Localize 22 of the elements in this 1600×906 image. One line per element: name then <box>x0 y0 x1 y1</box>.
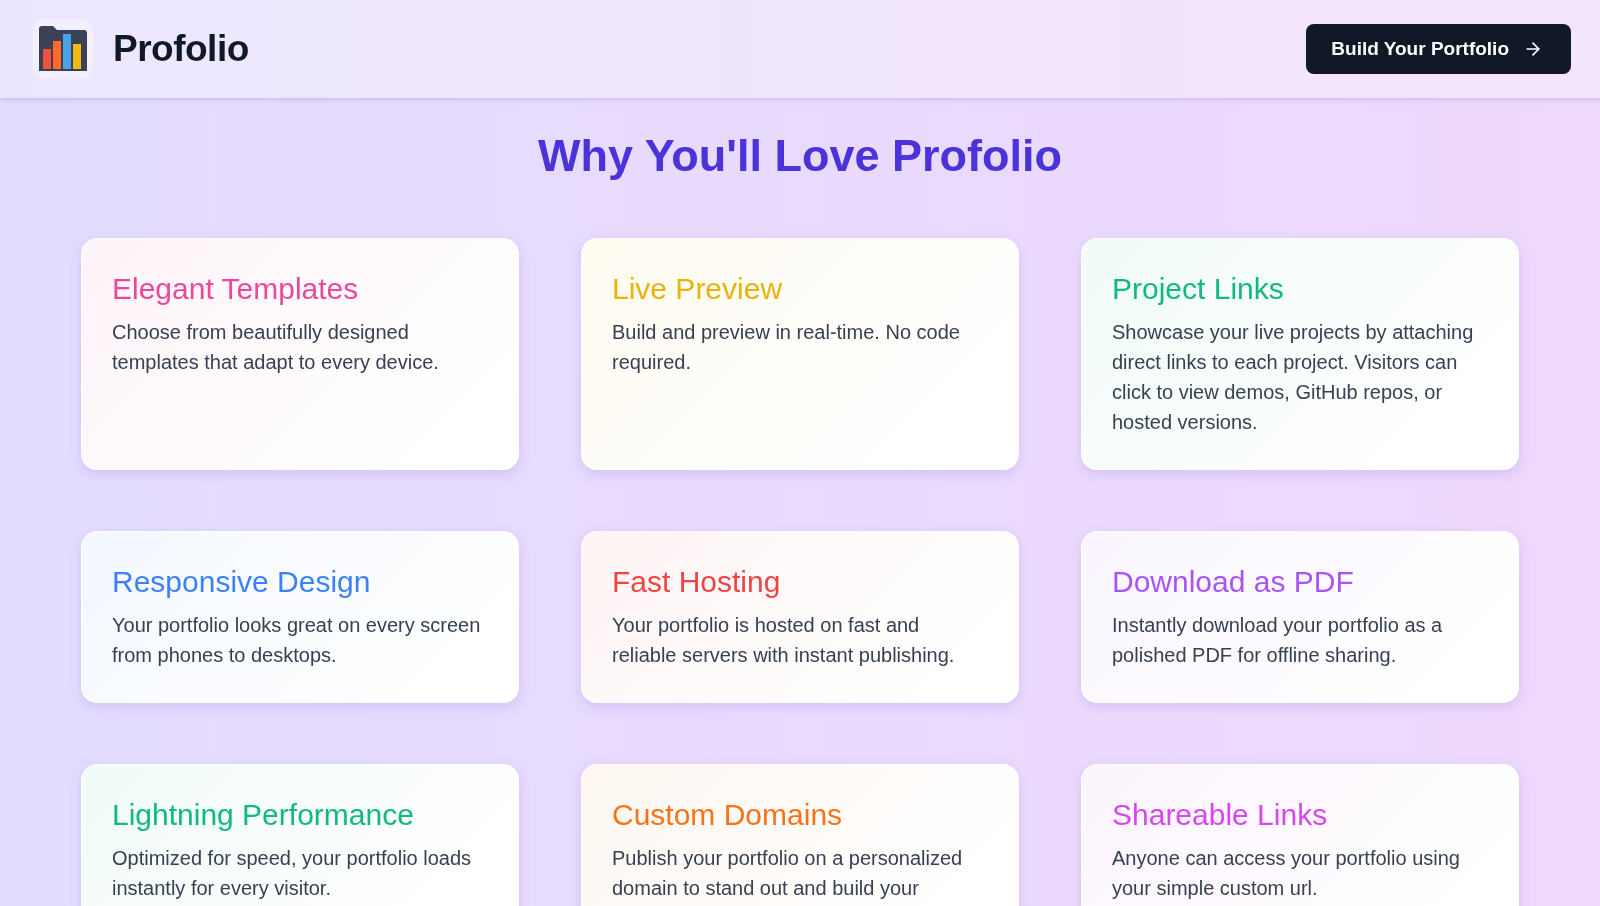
card-description: Instantly download your portfolio as a polished PDF for offline sharing. <box>1112 613 1444 668</box>
card-title: Live Preview <box>612 271 784 307</box>
card-title: Responsive Design <box>112 564 372 600</box>
card-description: Your portfolio looks great on every screen from phones to desktops. <box>112 613 482 668</box>
card-title: Lightning Performance <box>112 797 415 833</box>
folder-bar-chart-icon <box>33 19 93 79</box>
card-description: Optimized for speed, your portfolio loads instantly for every visitor. <box>112 846 473 901</box>
card-title: Fast Hosting <box>612 564 782 600</box>
card-title: Custom Domains <box>612 797 844 833</box>
card-description: Publish your portfolio on a personalized domain to stand out and build your <box>612 846 964 901</box>
card-title: Elegant Templates <box>112 271 360 307</box>
section-heading: Why You'll Love Profolio <box>536 129 1064 183</box>
card-title: Download as PDF <box>1112 564 1355 600</box>
card-description: Anyone can access your portfolio using your simple custom url. <box>1112 846 1461 901</box>
card-description: Build and preview in real-time. No code required. <box>612 320 961 375</box>
card-description: Showcase your live projects by attaching direct links to each project. Visitors can click to view demos, GitHub repos, or hosted versions. <box>1112 320 1475 435</box>
card-description: Your portfolio is hosted on fast and reliable servers with instant publishing. <box>612 613 956 668</box>
card-title: Shareable Links <box>1112 797 1329 833</box>
brand-name: Profolio <box>113 27 249 72</box>
card-description: Choose from beautifully designed templates that adapt to every device. <box>112 320 440 375</box>
card-title: Project Links <box>1112 271 1285 307</box>
build-portfolio-button[interactable]: Build Your Portfolio <box>1306 24 1571 74</box>
